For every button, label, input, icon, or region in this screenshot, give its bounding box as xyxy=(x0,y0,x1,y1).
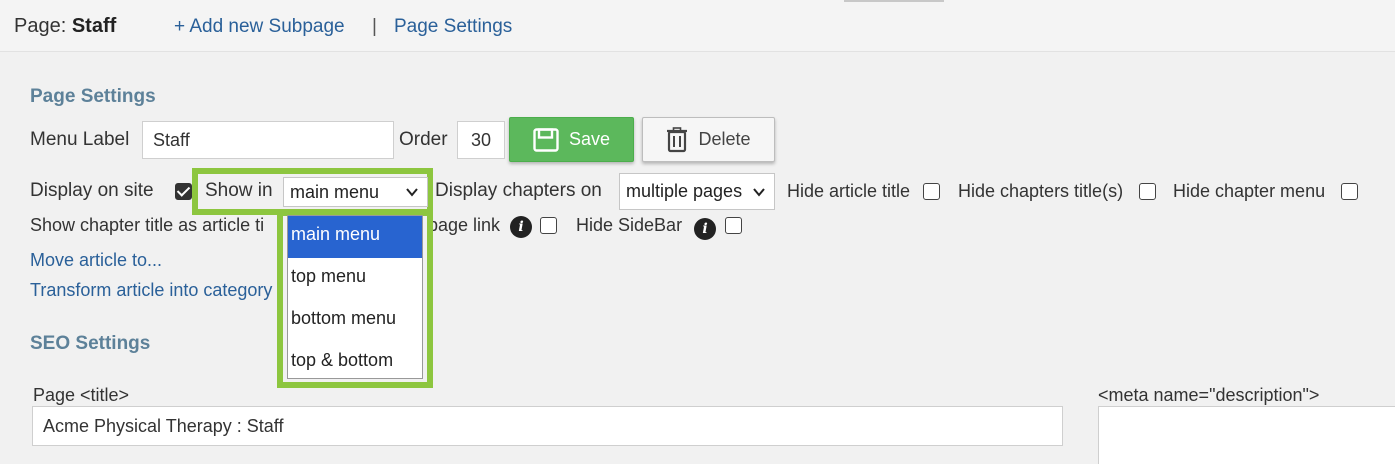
chevron-down-icon xyxy=(406,188,418,197)
floppy-disk-icon xyxy=(533,127,559,152)
menu-label-input[interactable] xyxy=(142,121,394,159)
show-in-label: Show in xyxy=(205,180,273,201)
header-separator: | xyxy=(372,16,377,37)
save-button-label: Save xyxy=(568,129,611,149)
page-link-checkbox[interactable] xyxy=(540,217,557,234)
hide-article-title-label: Hide article title xyxy=(787,181,911,201)
display-chapters-select-value: multiple pages xyxy=(626,181,743,201)
page-title-input[interactable] xyxy=(32,406,1063,446)
hide-sidebar-checkbox[interactable] xyxy=(725,217,742,234)
display-on-site-label: Display on site xyxy=(30,180,154,201)
add-subpage-link[interactable]: + Add new Subpage xyxy=(174,16,345,38)
hide-chapter-menu-label: Hide chapter menu xyxy=(1173,181,1326,201)
page-settings-link[interactable]: Page Settings xyxy=(394,16,512,38)
trash-icon xyxy=(667,126,688,152)
hide-article-title-checkbox[interactable] xyxy=(923,183,940,200)
hide-chapters-title-checkbox[interactable] xyxy=(1139,183,1156,200)
save-button[interactable]: Save xyxy=(509,117,634,162)
move-article-link[interactable]: Move article to... xyxy=(30,250,162,271)
order-input[interactable] xyxy=(457,121,505,159)
show-in-option-bottom-menu[interactable]: bottom menu xyxy=(288,300,422,342)
page-title: Page: Staff xyxy=(14,15,116,38)
page-title-name: Staff xyxy=(71,15,117,37)
show-chapter-title-label: Show chapter title as article ti xyxy=(30,215,265,235)
hide-chapters-title-label: Hide chapters title(s) xyxy=(958,181,1124,201)
show-in-option-top-bottom[interactable]: top & bottom xyxy=(288,342,422,384)
page-title-field-label: Page <title> xyxy=(33,385,130,405)
show-in-dropdown-list: main menu top menu bottom menu top & bot… xyxy=(287,215,423,379)
hide-sidebar-label: Hide SideBar xyxy=(576,215,683,235)
page-link-label: page link xyxy=(428,215,501,235)
delete-button[interactable]: Delete xyxy=(642,117,775,162)
show-in-option-top-menu[interactable]: top menu xyxy=(288,258,422,300)
show-in-select[interactable]: main menu xyxy=(283,177,428,207)
meta-description-label: <meta name="description"> xyxy=(1098,385,1320,405)
display-chapters-label: Display chapters on xyxy=(435,180,602,201)
info-icon[interactable]: i xyxy=(510,216,532,238)
page-settings-heading: Page Settings xyxy=(30,86,156,107)
show-in-option-main-menu[interactable]: main menu xyxy=(288,216,422,258)
chevron-down-icon xyxy=(753,187,765,197)
menu-label-label: Menu Label xyxy=(30,129,130,150)
page-header-bar: Page: Staff + Add new Subpage | Page Set… xyxy=(0,0,1395,52)
delete-button-label: Delete xyxy=(698,129,751,149)
meta-description-textarea[interactable] xyxy=(1098,406,1395,464)
display-on-site-checkbox[interactable] xyxy=(175,183,192,200)
hide-chapter-menu-checkbox[interactable] xyxy=(1341,183,1358,200)
order-label: Order xyxy=(399,129,448,150)
page-title-label: Page: xyxy=(14,15,67,37)
transform-article-link[interactable]: Transform article into category xyxy=(30,280,272,301)
show-in-select-value: main menu xyxy=(290,181,380,202)
seo-settings-heading: SEO Settings xyxy=(30,333,151,354)
tab-indicator xyxy=(844,0,944,2)
display-chapters-select[interactable]: multiple pages xyxy=(619,173,775,210)
info-icon[interactable]: i xyxy=(694,218,716,240)
